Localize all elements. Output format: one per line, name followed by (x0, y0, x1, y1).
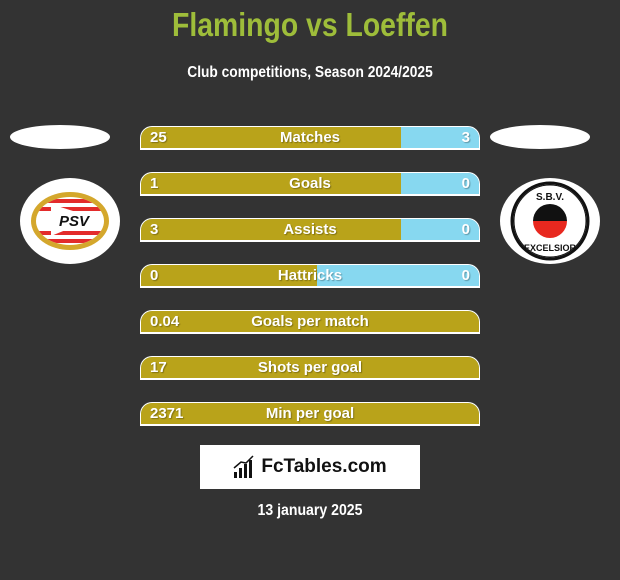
brand-text: FcTables.com (261, 456, 387, 477)
date: 13 january 2025 (257, 502, 363, 519)
excelsior-bottom-text: EXCELSIOR (524, 243, 577, 253)
fctables-brand[interactable]: FcTables.com (200, 445, 420, 489)
left-value: 3 (150, 221, 159, 238)
stat-row: Shots per goal 17 (140, 356, 480, 380)
right-team-oval (490, 125, 590, 149)
left-value: 1 (150, 175, 159, 192)
right-value: 0 (461, 221, 470, 238)
stat-row: Hattricks 0 0 (140, 264, 480, 288)
stat-label: Shots per goal (257, 359, 363, 376)
page-title: Flamingo vs Loeffen (172, 6, 448, 43)
right-value: 3 (461, 129, 470, 146)
psv-logo-text: PSV (59, 213, 91, 230)
stat-label: Matches (279, 129, 341, 146)
stat-row: Goals 1 0 (140, 172, 480, 196)
stat-row: Matches 25 3 (140, 126, 480, 150)
stat-row: Min per goal 2371 (140, 402, 480, 426)
excelsior-top-text: S.B.V. (536, 192, 564, 203)
stat-label: Min per goal (265, 405, 355, 422)
chart-icon (233, 455, 254, 478)
stat-label: Assists (283, 221, 337, 238)
left-value: 25 (150, 129, 167, 146)
stat-label: Goals per match (251, 313, 369, 330)
excelsior-logo-icon[interactable]: S.B.V. EXCELSIOR (500, 178, 600, 264)
left-value: 0 (150, 267, 159, 284)
left-team-oval (10, 125, 110, 149)
left-value: 0.04 (150, 313, 180, 330)
psv-logo-icon[interactable]: PSV (20, 178, 120, 264)
stat-label: Goals (289, 175, 331, 192)
left-value: 17 (150, 359, 167, 376)
right-value: 0 (461, 267, 470, 284)
left-value: 2371 (150, 405, 184, 422)
subtitle: Club competitions, Season 2024/2025 (187, 64, 433, 81)
stat-label: Hattricks (277, 267, 343, 284)
stat-row: Goals per match 0.04 (140, 310, 480, 334)
right-value: 0 (461, 175, 470, 192)
stat-row: Assists 3 0 (140, 218, 480, 242)
